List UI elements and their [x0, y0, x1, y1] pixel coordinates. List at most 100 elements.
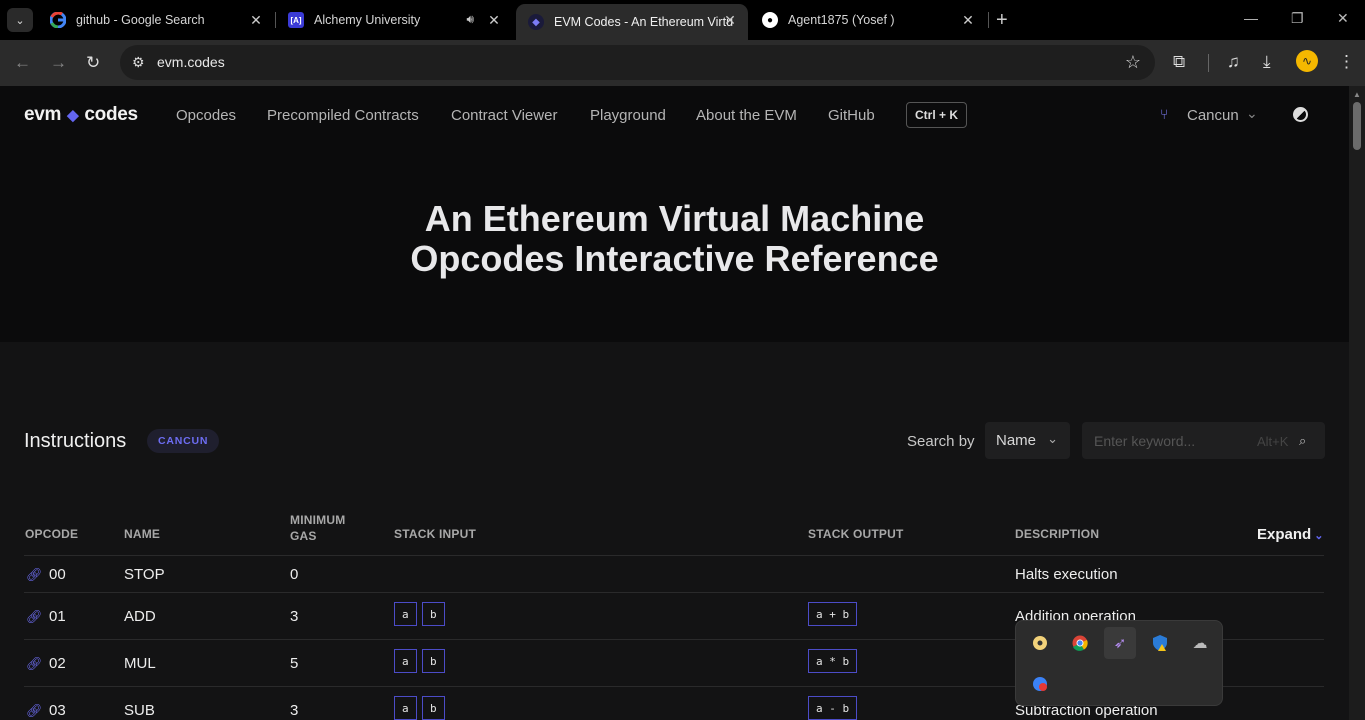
- close-tab-icon[interactable]: ✕: [722, 12, 738, 28]
- tab-evm-codes[interactable]: ◆ EVM Codes - An Ethereum Virtu ✕: [516, 4, 748, 40]
- tab-title: github - Google Search: [76, 13, 205, 27]
- chevron-down-icon: ⌄: [1314, 530, 1324, 542]
- link-icon[interactable]: 🔗︎: [26, 656, 43, 672]
- tab-github-profile[interactable]: ● Agent1875 (Yosef ) ✕: [750, 4, 986, 36]
- forward-icon[interactable]: →: [50, 53, 67, 73]
- nav-precompiled-contracts[interactable]: Precompiled Contracts: [267, 107, 419, 124]
- site-logo[interactable]: evm ◆ codes: [24, 104, 138, 126]
- header-stack-output: STACK OUTPUT: [808, 527, 904, 541]
- tab-title: Agent1875 (Yosef ): [788, 13, 895, 27]
- security-warning-icon[interactable]: [1144, 627, 1176, 659]
- stack-output-chip: a - b: [808, 696, 858, 720]
- row-divider: [24, 555, 1324, 556]
- window-close-icon[interactable]: ✕: [1337, 10, 1349, 27]
- github-icon: ●: [762, 12, 778, 28]
- opcode-cell: 00: [49, 566, 66, 583]
- media-control-icon[interactable]: ♫: [1227, 52, 1240, 72]
- row-divider: [24, 592, 1324, 593]
- new-tab-icon[interactable]: +: [996, 9, 1008, 32]
- bookmark-star-icon[interactable]: ☆: [1125, 52, 1141, 73]
- close-tab-icon[interactable]: ✕: [248, 12, 264, 28]
- theme-toggle-icon[interactable]: [1293, 107, 1308, 122]
- nav-playground[interactable]: Playground: [590, 107, 666, 124]
- stack-input-chip: b: [422, 602, 445, 626]
- tab-google-search[interactable]: github - Google Search ✕: [38, 4, 274, 36]
- search-by-select[interactable]: Name ⌄: [985, 422, 1070, 459]
- chevron-down-icon[interactable]: ⌄: [1246, 105, 1258, 122]
- nav-contract-viewer[interactable]: Contract Viewer: [451, 107, 557, 124]
- close-tab-icon[interactable]: ✕: [960, 12, 976, 28]
- header-description: DESCRIPTION: [1015, 527, 1100, 541]
- page-scrollbar[interactable]: ▲: [1349, 86, 1365, 720]
- back-icon[interactable]: ←: [14, 53, 31, 73]
- header-name[interactable]: NAME: [124, 526, 160, 542]
- nav-opcodes[interactable]: Opcodes: [176, 107, 236, 124]
- feather-icon[interactable]: ➶: [1104, 627, 1136, 659]
- cloud-off-icon[interactable]: ☁: [1184, 627, 1216, 659]
- tab-title: Alchemy University: [314, 13, 421, 27]
- fork-icon: ⑂: [1160, 106, 1169, 122]
- nav-github[interactable]: GitHub: [828, 107, 875, 124]
- expand-label: Expand: [1257, 526, 1312, 543]
- name-cell: STOP: [124, 566, 165, 583]
- network-selector[interactable]: Cancun: [1187, 107, 1239, 124]
- close-tab-icon[interactable]: ✕: [486, 12, 502, 28]
- opcode-cell: 02: [49, 655, 66, 672]
- reload-icon[interactable]: ↻: [86, 53, 100, 73]
- section-title: Instructions: [24, 430, 127, 452]
- minimize-icon[interactable]: —: [1244, 10, 1258, 26]
- fork-badge: CANCUN: [147, 429, 220, 453]
- disc-icon[interactable]: [1024, 627, 1056, 659]
- search-input[interactable]: [1082, 422, 1325, 459]
- tab-title: EVM Codes - An Ethereum Virtu: [554, 15, 734, 29]
- description-cell: Halts execution: [1015, 566, 1118, 583]
- extensions-icon[interactable]: ⧉: [1173, 52, 1185, 72]
- name-cell: MUL: [124, 655, 156, 672]
- stack-input-chip: a: [394, 649, 417, 673]
- expand-toggle[interactable]: Expand ⌄: [1257, 526, 1323, 543]
- nav-about-evm[interactable]: About the EVM: [696, 107, 797, 124]
- site-header: evm ◆ codes Opcodes Precompiled Contract…: [0, 86, 1349, 144]
- stack-input-chip: a: [394, 602, 417, 626]
- restore-icon[interactable]: ❐: [1291, 10, 1304, 27]
- hero-section: An Ethereum Virtual Machine Opcodes Inte…: [0, 144, 1349, 342]
- header-stack-input: STACK INPUT: [394, 527, 476, 541]
- profile-avatar[interactable]: ∿: [1296, 50, 1318, 72]
- search-shortcut-hint: Alt+K: [1257, 434, 1289, 449]
- opcode-cell: 03: [49, 702, 66, 719]
- tab-separator: [988, 12, 989, 28]
- search-icon[interactable]: ⌕: [1299, 433, 1306, 449]
- header-min-gas-line2[interactable]: GAS: [290, 528, 317, 544]
- stack-input-chip: a: [394, 696, 417, 720]
- command-palette-shortcut[interactable]: Ctrl + K: [906, 102, 968, 128]
- browser-toolbar: ← → ↻ ⚙ evm.codes ☆ ⧉ ♫ ⤓ ∿ ⋮: [0, 40, 1365, 86]
- evm-icon: ◆: [528, 14, 544, 30]
- gas-cell: 5: [290, 655, 299, 672]
- logo-text-right: codes: [84, 104, 138, 125]
- hero-title-line1: An Ethereum Virtual Machine: [424, 198, 925, 239]
- browser-tab-bar: ⌄ github - Google Search ✕ [A] Alchemy U…: [0, 0, 1365, 40]
- google-icon: [50, 12, 66, 28]
- site-info-icon[interactable]: ⚙: [132, 54, 145, 71]
- stack-input-chip: b: [422, 649, 445, 673]
- link-icon[interactable]: 🔗︎: [26, 703, 43, 719]
- stack-input-chip: b: [422, 696, 445, 720]
- chrome-menu-icon[interactable]: ⋮: [1338, 52, 1355, 72]
- logo-text-left: evm: [24, 104, 62, 125]
- link-icon[interactable]: 🔗︎: [26, 609, 43, 625]
- link-icon[interactable]: 🔗︎: [26, 567, 43, 583]
- scroll-up-icon[interactable]: ▲: [1353, 90, 1361, 99]
- address-bar[interactable]: ⚙ evm.codes ☆: [120, 45, 1155, 80]
- scrollbar-thumb[interactable]: [1353, 102, 1361, 150]
- app-notification-icon[interactable]: [1024, 668, 1056, 700]
- downloads-icon[interactable]: ⤓: [1263, 52, 1271, 72]
- tab-alchemy-university[interactable]: [A] Alchemy University 🔊︎ ✕: [276, 4, 512, 36]
- chrome-icon[interactable]: [1064, 627, 1096, 659]
- header-opcode[interactable]: OPCODE: [25, 526, 78, 542]
- tab-search-button[interactable]: ⌄: [7, 8, 33, 32]
- name-cell: SUB: [124, 702, 155, 719]
- gas-cell: 0: [290, 566, 299, 583]
- header-min-gas-line1[interactable]: MINIMUM: [290, 512, 345, 528]
- speaker-icon[interactable]: 🔊︎: [466, 12, 474, 27]
- url-text[interactable]: evm.codes: [157, 54, 225, 70]
